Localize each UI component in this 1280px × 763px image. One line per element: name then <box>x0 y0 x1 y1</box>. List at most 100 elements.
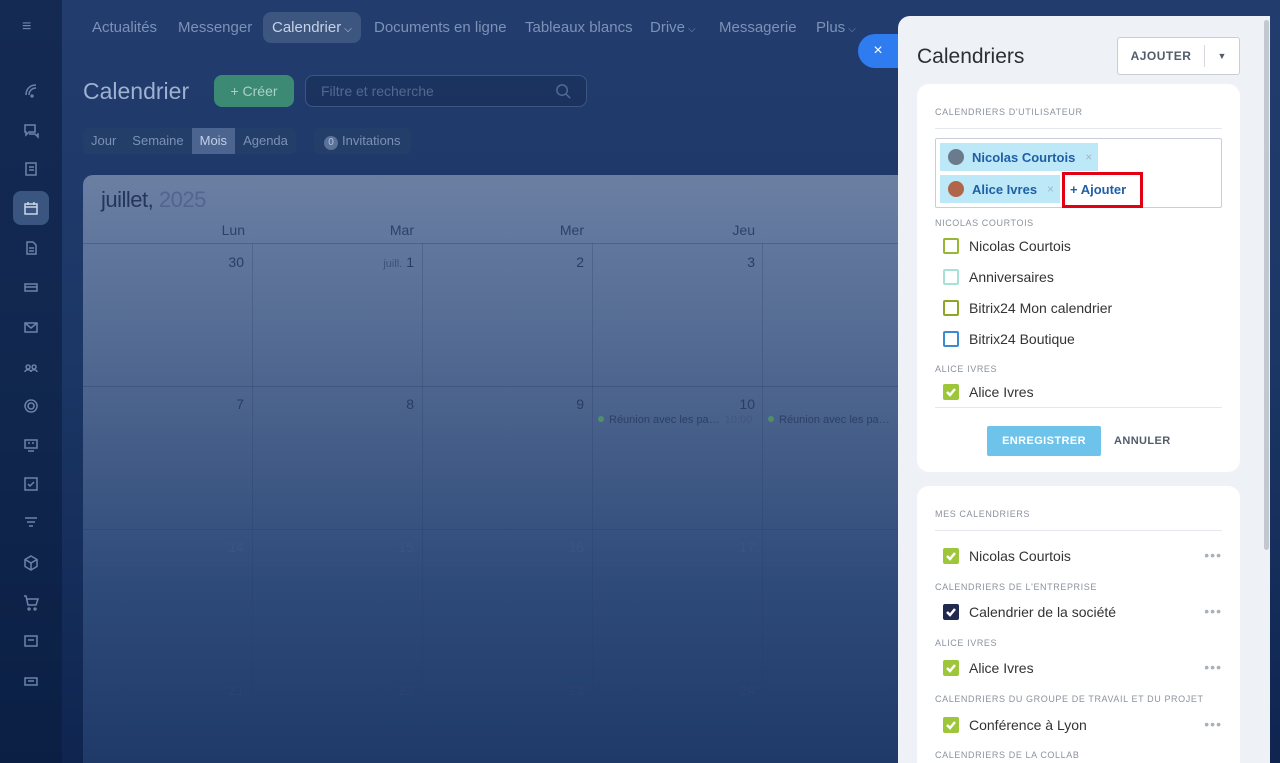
checkbox[interactable] <box>943 384 959 400</box>
calendar-checkbox-row[interactable]: Anniversaires <box>943 267 1054 287</box>
tab-messenger[interactable]: Messenger <box>169 12 261 43</box>
view-day[interactable]: Jour <box>83 128 124 154</box>
boards-icon[interactable] <box>13 428 49 462</box>
day-cell-23[interactable]: 23 <box>524 682 584 698</box>
panel-scrollbar[interactable] <box>1264 20 1269 550</box>
menu-icon[interactable]: ≡ <box>22 19 40 35</box>
calendar-name: Calendrier de la société <box>969 604 1117 620</box>
day-cell-22[interactable]: 22 <box>354 682 414 698</box>
store-icon[interactable] <box>13 624 49 658</box>
calendar-checkbox-row[interactable]: Alice Ivres <box>943 382 1034 402</box>
calendar-name: Bitrix24 Boutique <box>969 331 1075 347</box>
search-input[interactable] <box>306 76 536 106</box>
calendar-checkbox-row[interactable]: Nicolas Courtois <box>943 236 1071 256</box>
grid-line <box>83 386 900 387</box>
invitations-count-badge: 0 <box>324 136 338 150</box>
remove-tag-icon[interactable]: × <box>1047 182 1054 196</box>
my-calendars-card: MES CALENDRIERS Nicolas Courtois ••• CALEN… <box>917 486 1240 763</box>
calendar-event[interactable]: Réunion avec les pa… 10:00 <box>598 414 752 426</box>
search-icon[interactable] <box>555 83 572 100</box>
checkbox[interactable] <box>943 717 959 733</box>
day-cell-30[interactable]: 30 <box>184 254 244 270</box>
tab-documents-en-ligne[interactable]: Documents en ligne <box>365 12 516 43</box>
day-cell-21[interactable]: 21 <box>184 682 244 698</box>
box-icon[interactable] <box>13 546 49 580</box>
calendar-name: Nicolas Courtois <box>969 548 1071 564</box>
day-cell-7[interactable]: 7 <box>184 396 244 412</box>
divider <box>935 407 1222 408</box>
chat-icon[interactable] <box>13 113 49 147</box>
checkbox[interactable] <box>943 269 959 285</box>
calendar-checkbox-row[interactable]: Alice Ivres <box>943 658 1034 678</box>
checkbox[interactable] <box>943 660 959 676</box>
page-title: Calendrier <box>83 78 190 104</box>
day-header-thu: Jeu <box>732 222 755 238</box>
add-calendar-button[interactable]: AJOUTER ▼ <box>1117 37 1240 75</box>
day-cell-10[interactable]: 10 <box>695 396 755 412</box>
grid-line <box>83 672 900 673</box>
user-tag-name: Nicolas Courtois <box>972 149 1076 165</box>
calendar-checkbox-row[interactable]: Nicolas Courtois <box>943 546 1071 566</box>
section-label: MES CALENDRIERS <box>935 509 1031 519</box>
checkbox[interactable] <box>943 300 959 316</box>
save-button[interactable]: ENREGISTRER <box>987 426 1101 456</box>
chevron-down-icon: ⌵ <box>344 24 352 35</box>
calendar-checkbox-row[interactable]: Bitrix24 Boutique <box>943 329 1075 349</box>
day-cell-8[interactable]: 8 <box>354 396 414 412</box>
day-cell-2[interactable]: 2 <box>524 254 584 270</box>
event-dot <box>598 416 604 422</box>
team-icon[interactable] <box>13 349 49 383</box>
cart-icon[interactable] <box>13 585 49 619</box>
sites-icon[interactable] <box>13 389 49 423</box>
feed-icon[interactable] <box>13 73 49 107</box>
add-calendar-label[interactable]: AJOUTER <box>1118 38 1204 74</box>
calendar-checkbox-row[interactable]: Conférence à Lyon <box>943 715 1087 735</box>
checkbox[interactable] <box>943 238 959 254</box>
user-tag: Nicolas Courtois × <box>940 143 1099 171</box>
dropdown-arrow-icon[interactable]: ▼ <box>1205 38 1239 74</box>
day-cell-17[interactable]: 17 <box>695 539 755 555</box>
more-options-icon[interactable]: ••• <box>1204 716 1222 732</box>
day-cell-3[interactable]: 3 <box>695 254 755 270</box>
view-switcher: Jour Semaine Mois Agenda <box>83 128 296 154</box>
checkbox[interactable] <box>943 331 959 347</box>
tab-plus[interactable]: Plus ⌵ <box>807 12 865 43</box>
tab-drive[interactable]: Drive ⌵ <box>641 12 705 43</box>
add-user-link[interactable]: + Ajouter <box>1062 172 1143 208</box>
close-panel-button[interactable]: × <box>858 34 898 68</box>
checklist-icon[interactable] <box>13 467 49 501</box>
tab-actualites[interactable]: Actualités <box>83 12 166 43</box>
invitations-button[interactable]: 0 Invitations <box>314 128 411 154</box>
calendar-checkbox-row[interactable]: Bitrix24 Mon calendrier <box>943 298 1112 318</box>
user-selector[interactable]: Nicolas Courtois × Alice Ivres × + Ajout… <box>935 138 1222 208</box>
mail-icon[interactable] <box>13 310 49 344</box>
cancel-button[interactable]: ANNULER <box>1114 426 1171 456</box>
day-cell-24[interactable]: 24 <box>695 682 755 698</box>
day-cell-9[interactable]: 9 <box>524 396 584 412</box>
tab-tableaux-blancs[interactable]: Tableaux blancs <box>516 12 642 43</box>
calendar-event[interactable]: Réunion avec les pa… <box>768 414 890 426</box>
checkbox[interactable] <box>943 604 959 620</box>
more-options-icon[interactable]: ••• <box>1204 603 1222 619</box>
document-icon[interactable] <box>13 231 49 265</box>
create-button[interactable]: + Créer <box>214 75 294 107</box>
drive-icon[interactable] <box>13 270 49 304</box>
view-week[interactable]: Semaine <box>124 128 191 154</box>
day-cell-16[interactable]: 16 <box>524 539 584 555</box>
tab-messagerie[interactable]: Messagerie <box>710 12 806 43</box>
tab-calendrier[interactable]: Calendrier ⌵ <box>263 12 361 43</box>
view-month[interactable]: Mois <box>191 128 236 154</box>
tasks-icon[interactable] <box>13 152 49 186</box>
calendar-checkbox-row[interactable]: Calendrier de la société <box>943 602 1116 622</box>
view-agenda[interactable]: Agenda <box>235 128 296 154</box>
checkbox[interactable] <box>943 548 959 564</box>
more-options-icon[interactable]: ••• <box>1204 547 1222 563</box>
more-options-icon[interactable]: ••• <box>1204 659 1222 675</box>
day-cell-1[interactable]: juill. 1 <box>354 254 414 270</box>
day-cell-14[interactable]: 14 <box>184 539 244 555</box>
day-cell-15[interactable]: 15 <box>354 539 414 555</box>
remove-tag-icon[interactable]: × <box>1085 150 1092 164</box>
filter-icon[interactable] <box>13 506 49 540</box>
calendar-icon[interactable] <box>13 191 49 225</box>
more-icon[interactable] <box>13 664 49 698</box>
